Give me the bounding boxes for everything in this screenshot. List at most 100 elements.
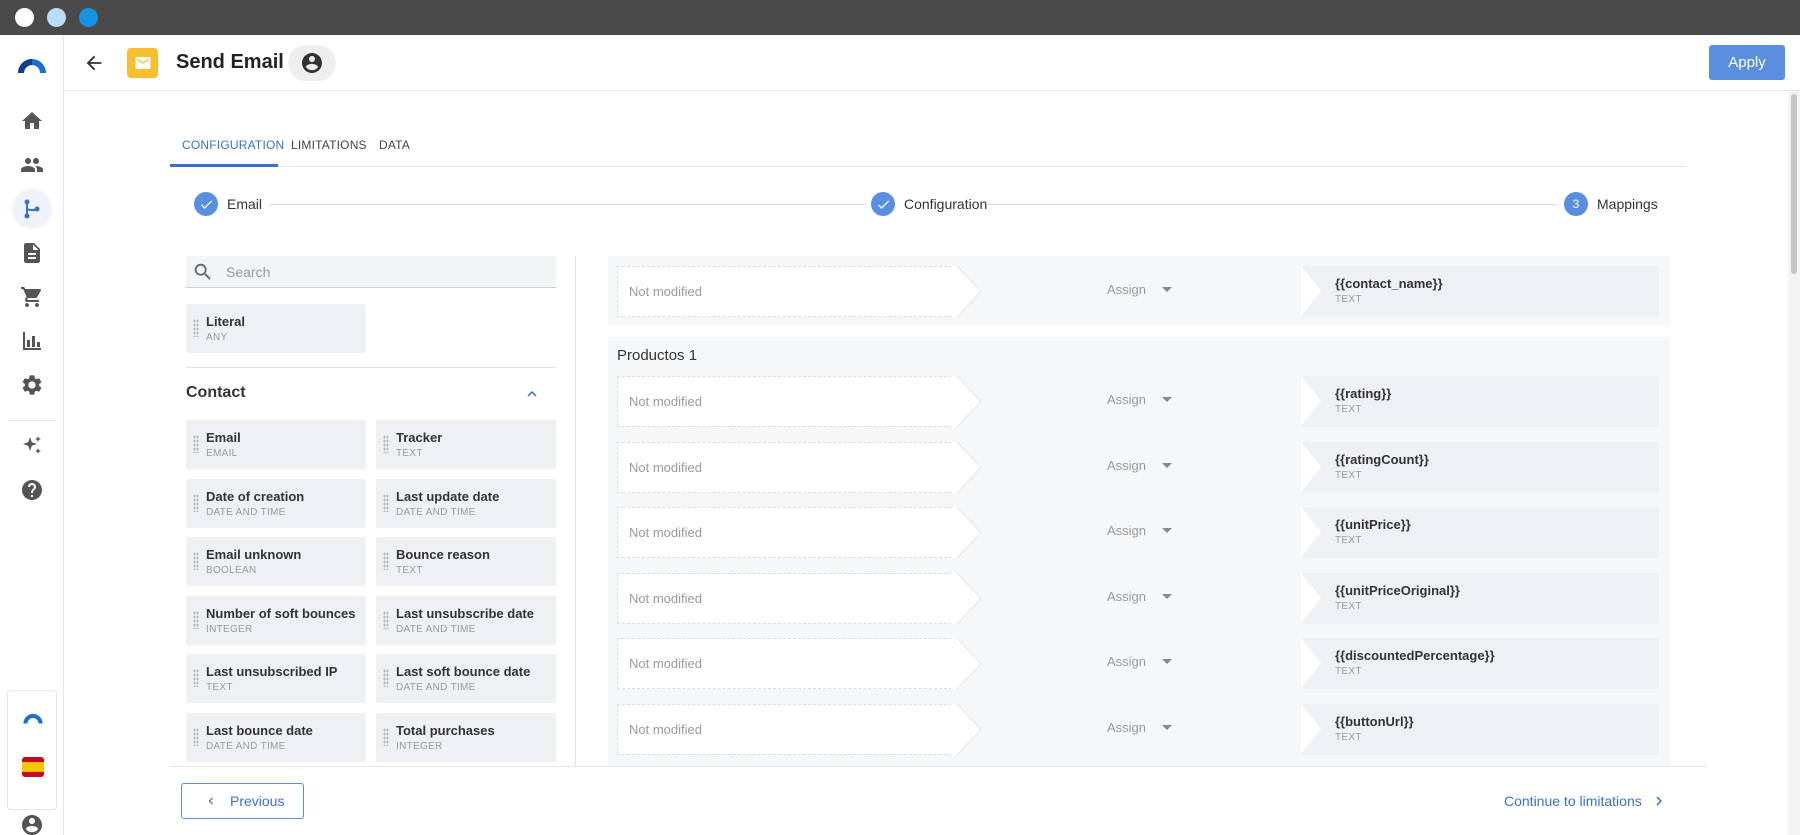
documents-icon[interactable]: [12, 233, 52, 273]
source-value: Not modified: [629, 394, 702, 409]
step-mappings-number[interactable]: 3: [1564, 192, 1588, 216]
operation-select[interactable]: Assign: [1107, 392, 1173, 407]
target-variable: {{rating}} TEXT: [1301, 376, 1659, 427]
contact-field-card[interactable]: Last bounce date DATE AND TIME: [186, 712, 366, 762]
back-arrow-icon[interactable]: [80, 49, 108, 77]
field-type: EMAIL: [206, 448, 238, 459]
page-scrollbar[interactable]: [1788, 91, 1800, 835]
tab-configuration[interactable]: CONFIGURATION: [182, 138, 284, 152]
drag-handle-icon[interactable]: [193, 610, 199, 629]
dropdown-caret-icon: [1162, 462, 1173, 468]
flows-icon[interactable]: [12, 189, 52, 229]
field-literal[interactable]: Literal ANY: [186, 304, 366, 353]
search-input[interactable]: [226, 262, 546, 282]
previous-button[interactable]: Previous: [181, 783, 304, 819]
scrollbar-thumb[interactable]: [1791, 94, 1797, 274]
operation-select[interactable]: Assign: [1107, 523, 1173, 538]
window-maximize-dot[interactable]: [79, 8, 98, 27]
contact-field-card[interactable]: Tracker TEXT: [376, 420, 556, 469]
field-type: TEXT: [396, 565, 423, 576]
drag-handle-icon[interactable]: [193, 669, 199, 687]
contact-field-card[interactable]: Email unknown BOOLEAN: [186, 537, 366, 586]
continue-to-limitations-link[interactable]: Continue to limitations: [1504, 792, 1668, 810]
continue-label: Continue to limitations: [1504, 793, 1642, 809]
contact-field-card[interactable]: Number of soft bounces INTEGER: [186, 595, 366, 645]
contact-field-card[interactable]: Last update date DATE AND TIME: [376, 478, 556, 528]
operation-select[interactable]: Assign: [1107, 654, 1173, 669]
owner-chip[interactable]: [288, 45, 336, 81]
drag-handle-icon[interactable]: [193, 319, 199, 337]
spain-flag-icon[interactable]: [22, 757, 44, 777]
account-switcher[interactable]: [7, 690, 57, 810]
account-circle-icon: [302, 53, 322, 73]
mapping-group-title: Productos 1: [617, 347, 698, 364]
drag-handle-icon[interactable]: [383, 669, 389, 687]
operation-value: Assign: [1107, 282, 1147, 297]
chevron-up-icon[interactable]: [523, 385, 541, 403]
row-chevron-shape: [951, 703, 981, 755]
contact-field-card[interactable]: Last unsubscribed IP TEXT: [186, 654, 366, 703]
contact-field-card[interactable]: Last soft bounce date DATE AND TIME: [376, 654, 556, 703]
field-type: DATE AND TIME: [206, 506, 286, 518]
step-configuration-label[interactable]: Configuration: [904, 196, 987, 212]
row-chevron-shape: [951, 441, 981, 493]
window-titlebar: [0, 0, 1800, 35]
palette-search[interactable]: [186, 256, 556, 288]
source-drop-zone[interactable]: Not modified: [617, 266, 957, 317]
operation-select[interactable]: Assign: [1107, 589, 1173, 604]
operation-select[interactable]: Assign: [1107, 282, 1173, 297]
operation-select[interactable]: Assign: [1107, 720, 1173, 735]
drag-handle-icon[interactable]: [193, 493, 199, 512]
reports-icon[interactable]: [12, 321, 52, 361]
contact-field-card[interactable]: Total purchases INTEGER: [376, 712, 556, 762]
ai-sparkle-icon[interactable]: [12, 426, 52, 466]
step-mappings-label[interactable]: Mappings: [1597, 196, 1658, 212]
source-drop-zone[interactable]: Not modified: [617, 638, 957, 689]
step-email-label[interactable]: Email: [227, 196, 262, 212]
operation-select[interactable]: Assign: [1107, 458, 1173, 473]
apply-button[interactable]: Apply: [1709, 45, 1785, 80]
source-value: Not modified: [629, 656, 702, 671]
contact-field-card[interactable]: Email EMAIL: [186, 420, 366, 469]
contact-section-title[interactable]: Contact: [186, 384, 246, 402]
settings-icon[interactable]: [12, 365, 52, 405]
drag-handle-icon[interactable]: [383, 727, 389, 746]
drag-handle-icon[interactable]: [383, 610, 389, 629]
source-drop-zone[interactable]: Not modified: [617, 572, 957, 624]
target-name: {{ratingCount}}: [1335, 451, 1429, 467]
target-notch-shape: [1301, 572, 1321, 623]
contact-field-card[interactable]: Last unsubscribe date DATE AND TIME: [376, 595, 556, 645]
window-minimize-dot[interactable]: [47, 8, 66, 27]
drag-handle-icon[interactable]: [383, 435, 389, 453]
row-chevron-shape: [951, 572, 981, 624]
drag-handle-icon[interactable]: [193, 727, 199, 746]
source-drop-zone[interactable]: Not modified: [617, 703, 957, 755]
mapping-row: Not modified Assign {{discountedPercentage…: [617, 638, 1659, 689]
tab-limitations[interactable]: LIMITATIONS: [291, 138, 367, 152]
tab-data[interactable]: DATA: [379, 138, 410, 152]
brand-logo-icon[interactable]: [12, 45, 52, 85]
drag-handle-icon[interactable]: [193, 552, 199, 570]
field-name: Date of creation: [206, 488, 305, 504]
step-configuration-check-icon[interactable]: [871, 192, 895, 216]
help-icon[interactable]: [12, 470, 52, 510]
company-logo-icon: [22, 711, 44, 725]
drag-handle-icon[interactable]: [193, 435, 199, 453]
operation-value: Assign: [1107, 523, 1147, 538]
drag-handle-icon[interactable]: [383, 552, 389, 570]
mapping-row: Not modified Assign {{buttonUrl}} TEXT: [617, 703, 1659, 755]
home-icon[interactable]: [12, 101, 52, 141]
contact-field-card[interactable]: Date of creation DATE AND TIME: [186, 478, 366, 528]
source-drop-zone[interactable]: Not modified: [617, 441, 957, 493]
drag-handle-icon[interactable]: [383, 493, 389, 512]
window-close-dot[interactable]: [15, 8, 34, 27]
contact-field-card[interactable]: Bounce reason TEXT: [376, 537, 556, 586]
cart-icon[interactable]: [12, 277, 52, 317]
source-drop-zone[interactable]: Not modified: [617, 376, 957, 427]
field-name: Last soft bounce date: [396, 664, 531, 679]
contacts-icon[interactable]: [12, 145, 52, 185]
row-chevron-shape: [951, 266, 981, 317]
step-email-check-icon[interactable]: [194, 192, 218, 216]
source-drop-zone[interactable]: Not modified: [617, 507, 957, 558]
target-name: {{unitPrice}}: [1335, 517, 1411, 532]
